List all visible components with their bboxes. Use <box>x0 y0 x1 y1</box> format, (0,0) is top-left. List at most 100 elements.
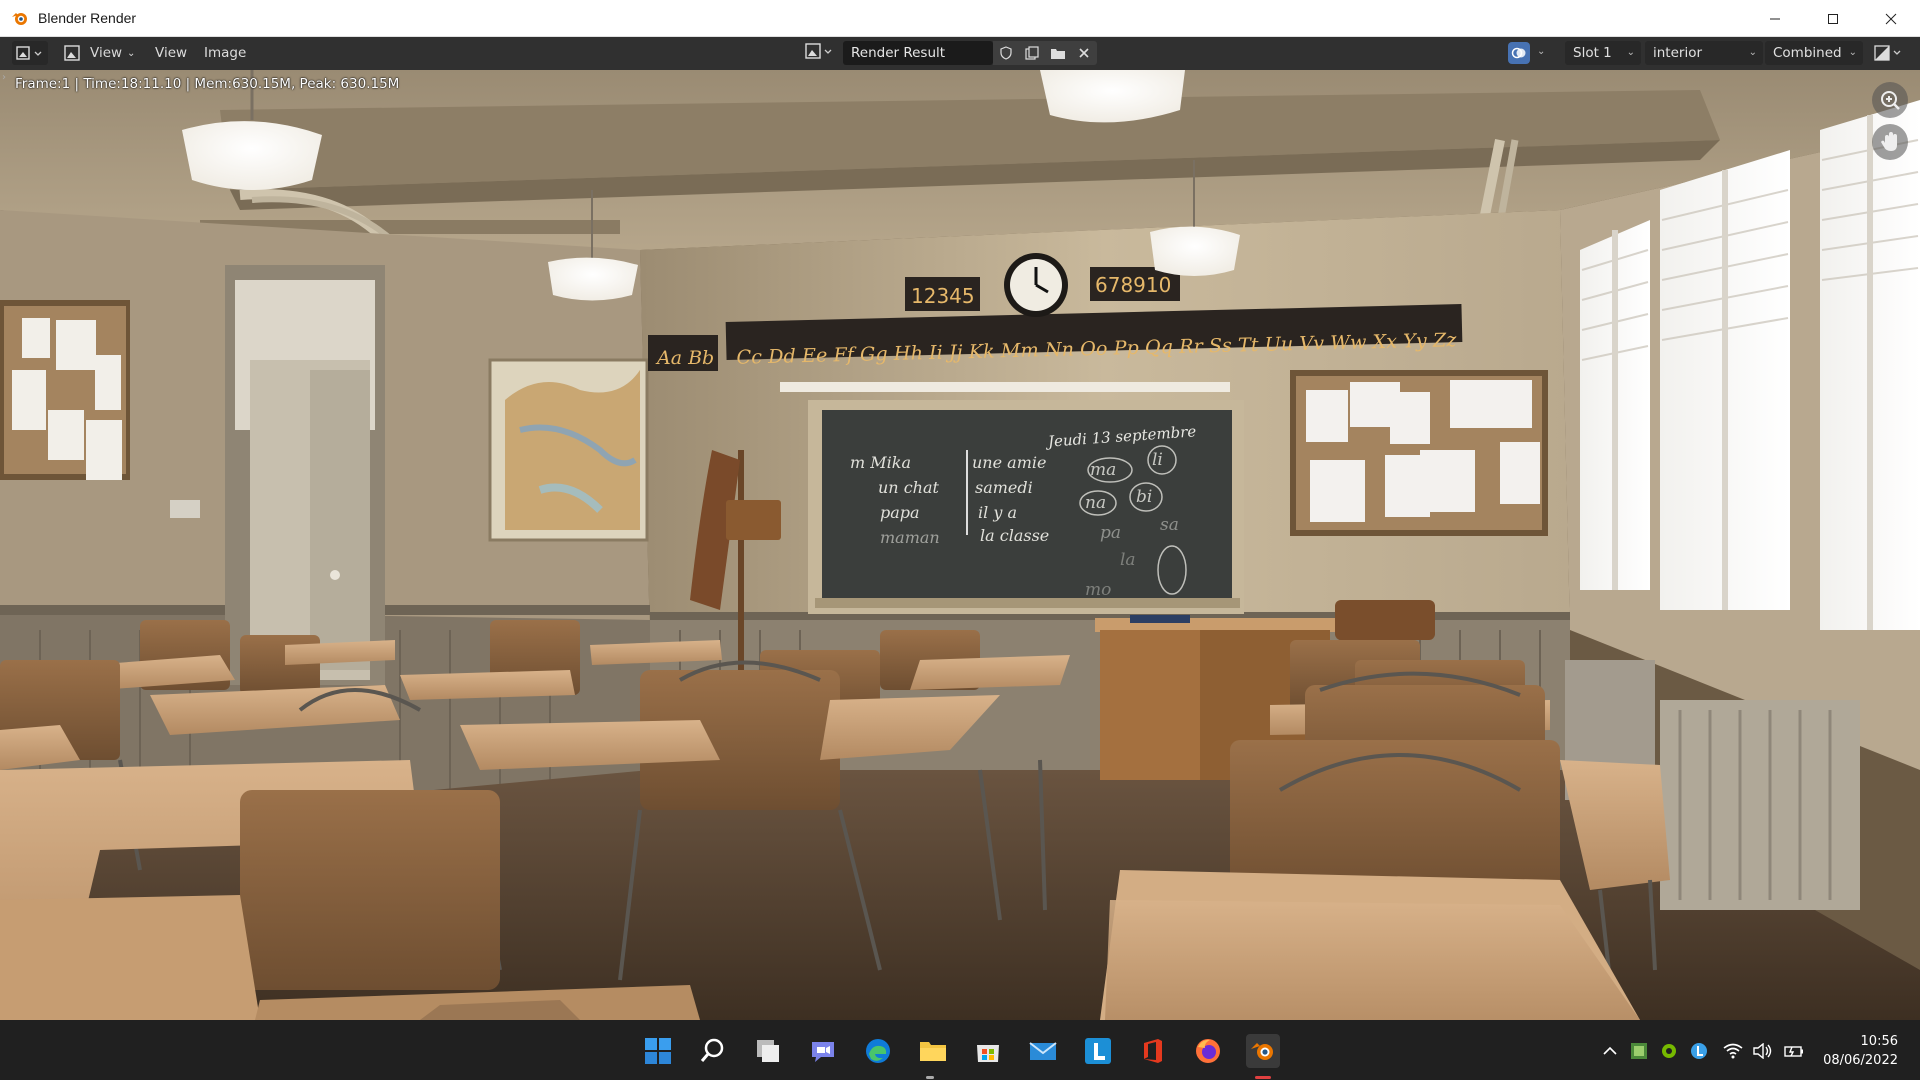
view-mode-label: View <box>90 45 123 61</box>
hand-icon <box>1881 132 1897 151</box>
chalk-line-left-2: papa <box>880 503 920 522</box>
battery-button[interactable] <box>1782 1040 1806 1062</box>
search-button[interactable] <box>696 1034 730 1068</box>
chalk-line-mid-0: une amie <box>972 453 1046 472</box>
pan-gizmo[interactable] <box>1872 124 1908 160</box>
render-viewport[interactable]: Aa Bb Cc Dd Ee Ff Gg Hh Ii Jj Kk Mm Nn O… <box>0 70 1920 1020</box>
zoom-gizmo[interactable] <box>1872 82 1908 118</box>
blender-logo-icon <box>12 13 27 25</box>
office-button[interactable] <box>1136 1034 1170 1068</box>
chalk-line-left-0: m Mika <box>850 453 911 472</box>
chalk-line-mid-1: samedi <box>975 478 1033 497</box>
slot-label: Slot 1 <box>1573 45 1612 61</box>
menu-view[interactable]: View <box>155 41 187 65</box>
l-app-icon <box>1085 1038 1111 1064</box>
file-explorer-open-indicator <box>926 1076 934 1079</box>
tray-app-3[interactable] <box>1688 1040 1710 1062</box>
chalk-line-mid-3: la classe <box>980 526 1049 545</box>
start-icon <box>645 1038 671 1064</box>
view-layer-label: interior <box>1653 45 1703 61</box>
maximize-icon <box>1828 13 1838 24</box>
display-channels-button[interactable] <box>1870 41 1910 65</box>
taskbar-clock[interactable]: 10:56 08/06/2022 <box>1823 1032 1898 1070</box>
mail-button[interactable] <box>1026 1034 1060 1068</box>
unlink-image-button[interactable] <box>1071 41 1097 65</box>
wifi-button[interactable] <box>1722 1040 1744 1062</box>
show-hidden-icons-button[interactable] <box>1600 1040 1620 1062</box>
search-icon <box>700 1038 724 1062</box>
chevron-down-icon: ⌄ <box>1626 47 1635 58</box>
l-tray-icon <box>1691 1043 1707 1059</box>
alphabet-left-text: Aa Bb <box>655 347 714 369</box>
clock-time: 10:56 <box>1860 1034 1898 1049</box>
nvidia-icon <box>1662 1044 1676 1058</box>
numbers-left-text: 12345 <box>911 284 975 308</box>
close-icon <box>1885 13 1897 24</box>
render-image: Aa Bb Cc Dd Ee Ff Gg Hh Ii Jj Kk Mm Nn O… <box>0 70 1920 1020</box>
menu-image[interactable]: Image <box>204 41 246 65</box>
editor-type-selector[interactable] <box>12 41 48 65</box>
view-layer-dropdown[interactable]: interior ⌄ <box>1645 41 1763 65</box>
render-pass-dropdown[interactable]: Combined ⌄ <box>1765 41 1863 65</box>
numbers-right-text: 678910 <box>1095 273 1171 297</box>
open-image-button[interactable] <box>1045 41 1071 65</box>
image-name-field[interactable]: Render Result <box>843 41 993 65</box>
file-explorer-icon <box>920 1042 946 1061</box>
task-view-button[interactable] <box>751 1034 785 1068</box>
firefox-button[interactable] <box>1191 1034 1225 1068</box>
image-browse-icon <box>805 43 832 59</box>
chalk-syllable-7: mo <box>1085 580 1111 600</box>
gpu-monitor-icon <box>1631 1043 1647 1059</box>
file-explorer-button[interactable] <box>916 1034 950 1068</box>
window-titlebar: Blender Render <box>0 0 1920 37</box>
browse-image-button[interactable] <box>803 41 839 61</box>
window-controls <box>1746 0 1920 37</box>
chalk-syllable-4: pa <box>1100 523 1121 543</box>
tray-app-1[interactable] <box>1628 1040 1650 1062</box>
minimize-icon <box>1770 18 1780 19</box>
edge-button[interactable] <box>861 1034 895 1068</box>
teams-chat-button[interactable] <box>806 1034 840 1068</box>
chevron-down-icon: ⌄ <box>1748 47 1757 58</box>
chevron-down-icon: ⌄ <box>127 47 136 59</box>
overlay-dropdown-chevron-icon[interactable]: ⌄ <box>1537 46 1545 57</box>
fake-user-button[interactable] <box>993 41 1019 65</box>
blender-taskbar-button[interactable] <box>1246 1034 1280 1068</box>
store-button[interactable] <box>971 1034 1005 1068</box>
blender-active-indicator <box>1255 1076 1271 1079</box>
windows-taskbar: 10:56 08/06/2022 <box>0 1020 1920 1080</box>
task-view-icon <box>757 1040 779 1062</box>
render-pass-label: Combined <box>1773 45 1842 61</box>
image-editor-header: View ⌄ View Image Render Result ⌄ Slot 1… <box>0 37 1920 70</box>
image-editor-icon <box>16 46 42 60</box>
minimize-button[interactable] <box>1746 0 1804 37</box>
chalk-line-left-1: un chat <box>878 478 940 497</box>
wall-clock-icon <box>1004 253 1068 317</box>
l-app-button[interactable] <box>1081 1034 1115 1068</box>
ceiling-lamp-icon <box>1040 70 1185 123</box>
battery-charging-icon <box>1784 1046 1803 1057</box>
store-icon <box>977 1045 999 1062</box>
maximize-button[interactable] <box>1804 0 1862 37</box>
sidebar-toggle-arrow-icon[interactable]: › <box>2 72 6 83</box>
chevron-up-icon <box>1603 1046 1617 1055</box>
duplicate-icon <box>1025 46 1039 60</box>
slot-dropdown[interactable]: Slot 1 ⌄ <box>1565 41 1641 65</box>
tray-app-2[interactable] <box>1658 1040 1680 1062</box>
blender-icon <box>1251 1043 1273 1060</box>
image-datablock-buttons <box>993 41 1097 65</box>
mail-icon <box>1029 1042 1057 1060</box>
start-button[interactable] <box>641 1034 675 1068</box>
teams-icon <box>812 1042 834 1062</box>
view-mode-dropdown[interactable]: View ⌄ <box>60 41 139 65</box>
close-button[interactable] <box>1862 0 1920 37</box>
chalk-syllable-5: sa <box>1160 515 1179 535</box>
volume-button[interactable] <box>1752 1040 1774 1062</box>
chalk-syllable-2: na <box>1085 493 1106 513</box>
color-alpha-icon <box>1874 45 1901 61</box>
overlay-toggle[interactable] <box>1508 42 1530 64</box>
new-image-button[interactable] <box>1019 41 1045 65</box>
chalk-syllable-3: bi <box>1136 487 1152 507</box>
zoom-in-icon <box>1881 91 1900 110</box>
chalk-syllable-6: la <box>1120 550 1136 570</box>
